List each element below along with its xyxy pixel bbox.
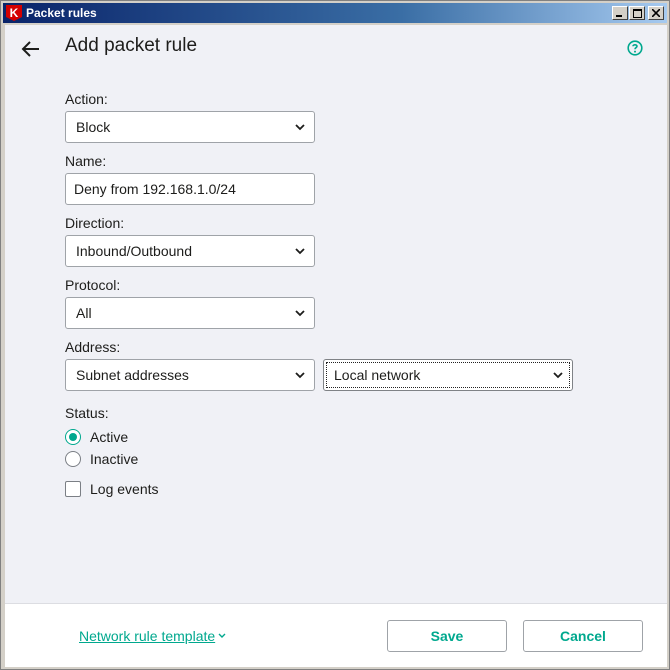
- status-label: Status:: [65, 405, 109, 421]
- status-active-radio[interactable]: Active: [65, 429, 128, 445]
- chevron-down-icon: [295, 124, 305, 131]
- radio-selected-icon: [65, 429, 81, 445]
- direction-value: Inbound/Outbound: [76, 243, 192, 259]
- direction-dropdown[interactable]: Inbound/Outbound: [65, 235, 315, 267]
- protocol-dropdown[interactable]: All: [65, 297, 315, 329]
- template-link-label: Network rule template: [79, 628, 216, 644]
- window-title: Packet rules: [26, 6, 97, 20]
- chevron-down-icon: [218, 633, 226, 638]
- title-bar[interactable]: K Packet rules: [3, 3, 667, 23]
- address-type-dropdown[interactable]: Subnet addresses: [65, 359, 315, 391]
- maximize-icon: [632, 8, 642, 18]
- packet-rules-window: K Packet rules Add packet rule Action: B…: [0, 0, 670, 670]
- status-inactive-label: Inactive: [90, 451, 139, 467]
- dialog-footer: Network rule template Save Cancel: [5, 603, 667, 667]
- name-value: Deny from 192.168.1.0/24: [74, 181, 236, 197]
- protocol-label: Protocol:: [65, 277, 121, 293]
- action-dropdown[interactable]: Block: [65, 111, 315, 143]
- minimize-button[interactable]: [612, 6, 628, 20]
- close-button[interactable]: [648, 6, 664, 20]
- question-circle-icon[interactable]: [627, 40, 643, 56]
- action-value: Block: [76, 119, 111, 135]
- chevron-down-icon: [295, 372, 305, 379]
- chevron-down-icon: [295, 248, 305, 255]
- name-field[interactable]: Deny from 192.168.1.0/24: [65, 173, 315, 205]
- checkbox-unchecked-icon: [65, 481, 81, 497]
- log-events-checkbox[interactable]: Log events: [65, 481, 159, 497]
- direction-label: Direction:: [65, 215, 125, 231]
- log-events-label: Log events: [90, 481, 159, 497]
- radio-unselected-icon: [65, 451, 81, 467]
- cancel-button[interactable]: Cancel: [523, 620, 643, 652]
- address-type-value: Subnet addresses: [76, 367, 189, 383]
- minimize-icon: [616, 15, 622, 17]
- status-active-label: Active: [90, 429, 129, 445]
- protocol-value: All: [76, 305, 92, 321]
- address-network-value: Local network: [334, 367, 421, 383]
- address-network-dropdown[interactable]: Local network: [323, 359, 573, 391]
- network-rule-template-link[interactable]: Network rule template: [79, 628, 226, 644]
- save-button[interactable]: Save: [387, 620, 507, 652]
- dialog-content: Add packet rule Action: Block Name: Deny…: [5, 25, 667, 603]
- page-title: Add packet rule: [65, 35, 198, 56]
- arrow-left-icon[interactable]: [19, 39, 43, 59]
- address-label: Address:: [65, 339, 121, 355]
- kaspersky-app-icon: K: [6, 5, 22, 21]
- maximize-button[interactable]: [629, 6, 645, 20]
- window-controls: [611, 6, 664, 20]
- name-label: Name:: [65, 153, 107, 169]
- chevron-down-icon: [553, 372, 563, 379]
- close-icon: [652, 9, 660, 17]
- chevron-down-icon: [295, 310, 305, 317]
- status-inactive-radio[interactable]: Inactive: [65, 451, 138, 467]
- action-label: Action:: [65, 91, 108, 107]
